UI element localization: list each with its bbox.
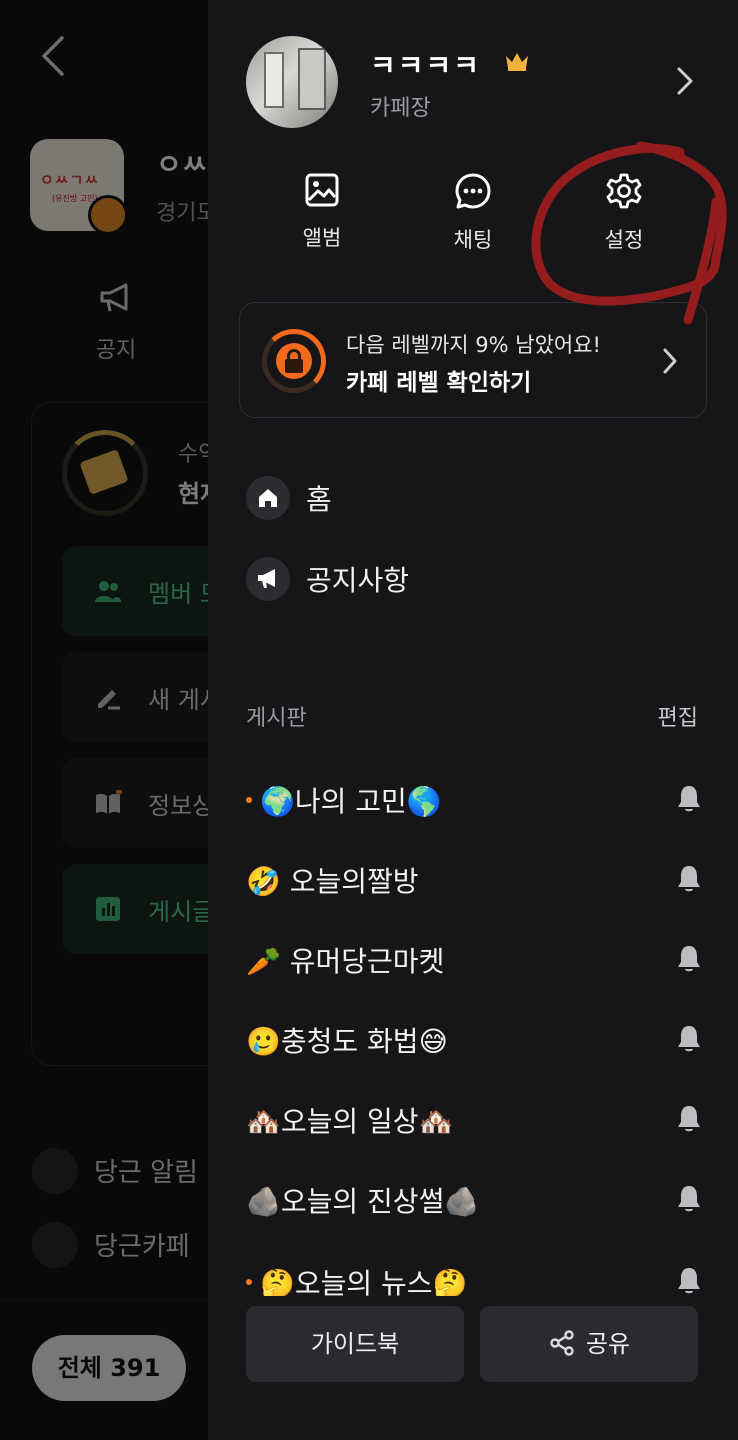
bell-icon[interactable]: [676, 784, 702, 814]
chevron-right-icon[interactable]: [676, 66, 694, 96]
bell-icon[interactable]: [676, 1184, 702, 1214]
board-label: 🥕 유머당근마켓: [246, 945, 445, 978]
album-button[interactable]: 앨범: [262, 172, 382, 252]
new-dot: [246, 797, 252, 803]
user-role: 카페장: [370, 96, 431, 121]
board-item[interactable]: 🥲충청도 화법😅: [246, 1014, 702, 1064]
board-label: 🤣 오늘의짤방: [246, 865, 419, 898]
menu-home-label: 홈: [306, 483, 332, 516]
settings-button[interactable]: 설정: [564, 172, 684, 254]
bell-icon[interactable]: [676, 1024, 702, 1054]
megaphone-icon: [258, 569, 275, 588]
board-item[interactable]: 🏘️오늘의 일상🏘️: [246, 1094, 702, 1144]
chat-label: 채팅: [453, 228, 493, 252]
album-label: 앨범: [302, 226, 342, 250]
menu-notices-label: 공지사항: [306, 564, 410, 597]
bell-icon[interactable]: [676, 864, 702, 894]
bell-icon[interactable]: [676, 1266, 702, 1296]
home-icon: [259, 489, 277, 507]
album-icon: [305, 173, 339, 207]
share-label: 공유: [585, 1330, 631, 1358]
side-drawer: ㅋㅋㅋㅋ 카페장 앨범 채팅 설정 다음 레벨까지 9% 남았어요! 카페 레벨…: [208, 0, 738, 1440]
board-item[interactable]: 🪨오늘의 진상썰🪨: [246, 1174, 702, 1224]
level-cta: 카페 레벨 확인하기: [346, 370, 532, 396]
board-item[interactable]: 🌍나의 고민🌎: [246, 774, 702, 824]
board-label: 🥲충청도 화법😅: [246, 1025, 448, 1058]
level-card[interactable]: 다음 레벨까지 9% 남았어요! 카페 레벨 확인하기: [239, 302, 707, 418]
board-label: 🌍나의 고민🌎: [260, 785, 442, 818]
chat-icon: [455, 173, 491, 209]
board-item[interactable]: 🤣 오늘의짤방: [246, 854, 702, 904]
board-label: 🏘️오늘의 일상🏘️: [246, 1105, 454, 1138]
user-name: ㅋㅋㅋㅋ: [370, 49, 482, 82]
boards-edit-button[interactable]: 편집: [658, 700, 698, 732]
guidebook-button[interactable]: 가이드북: [246, 1306, 464, 1382]
crown-icon: [506, 53, 528, 71]
board-label: 🪨오늘의 진상썰🪨: [246, 1185, 480, 1218]
chat-button[interactable]: 채팅: [413, 172, 533, 254]
share-icon: [550, 1330, 574, 1356]
chevron-right-icon: [663, 348, 677, 374]
gear-icon: [606, 173, 642, 209]
bell-icon[interactable]: [676, 944, 702, 974]
level-progress-text: 다음 레벨까지 9% 남았어요!: [346, 333, 601, 357]
settings-label: 설정: [604, 228, 644, 252]
boards-header: 게시판: [246, 706, 307, 731]
bell-icon[interactable]: [676, 1104, 702, 1134]
lock-icon: [276, 343, 312, 379]
new-dot: [246, 1279, 252, 1285]
avatar[interactable]: [246, 36, 338, 128]
board-item[interactable]: 🥕 유머당근마켓: [246, 934, 702, 984]
guidebook-label: 가이드북: [310, 1330, 400, 1358]
share-button[interactable]: 공유: [480, 1306, 698, 1382]
